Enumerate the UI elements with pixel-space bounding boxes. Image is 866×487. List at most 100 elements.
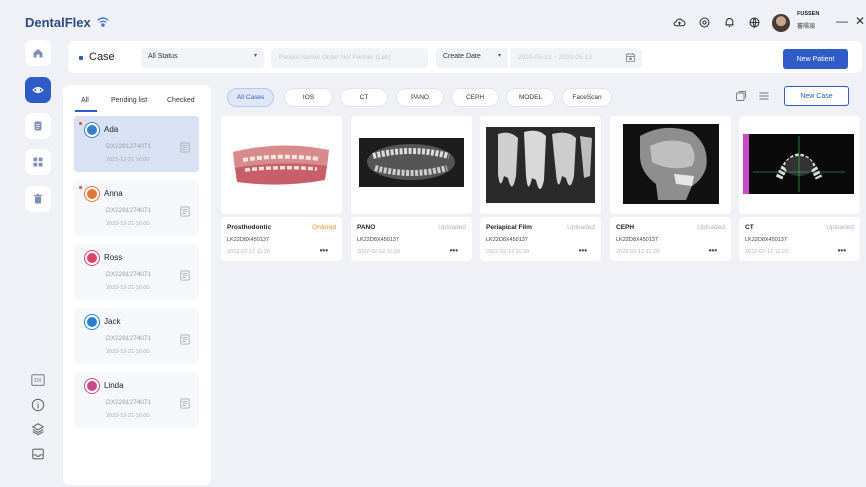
new-patient-button[interactable]: New Patient <box>783 49 848 69</box>
case-info: Prosthodontic Ordered LK22D8X450137 2022-02… <box>221 217 342 261</box>
file-icon[interactable] <box>180 270 190 281</box>
sidebar-documents[interactable] <box>25 113 51 139</box>
patient-card[interactable]: Ada DX2281274071 2023-12-21 16:00 <box>74 116 199 172</box>
case-card[interactable]: CT Uploaded LK22D8X450137 2022-02-12 11:20 •… <box>739 116 860 261</box>
minimize-button[interactable]: — <box>836 14 848 28</box>
more-options-icon[interactable]: ••• <box>709 246 717 255</box>
sidebar-trash[interactable] <box>25 186 51 212</box>
patient-id: DX2281274071 <box>106 399 152 406</box>
inbox-button[interactable] <box>31 447 45 461</box>
status-select[interactable]: All Status ▾ <box>141 48 264 68</box>
date-range-input[interactable]: 2020-05-13 ~ 2020-05-13 <box>510 48 642 68</box>
date-type-value: Create Date <box>443 53 481 60</box>
user-subtitle: 蕃陽璃 <box>797 24 816 30</box>
case-filter-all-cases[interactable]: All Cases <box>227 88 274 107</box>
case-marker <box>79 56 83 60</box>
case-title: Prosthodontic <box>227 224 272 231</box>
patient-card[interactable]: Anna DX2281274071 2023-12-21 16:00 <box>74 180 199 236</box>
case-thumbnail[interactable] <box>610 116 731 214</box>
tab-pending-list[interactable]: Pending list <box>111 97 147 104</box>
chevron-down-icon: ▾ <box>253 53 257 59</box>
case-card[interactable]: CEPH Uploaded LK22D8X450137 2022-02-12 11:2… <box>610 116 731 261</box>
patient-date: 2023-12-21 16:00 <box>106 413 150 419</box>
eye-icon <box>32 86 44 94</box>
cloud-upload-icon[interactable] <box>673 16 686 29</box>
file-icon[interactable] <box>180 206 190 217</box>
list-view-icon[interactable] <box>758 90 770 102</box>
document-icon <box>34 121 42 131</box>
bell-icon[interactable] <box>723 16 736 29</box>
case-thumbnail[interactable] <box>351 116 472 214</box>
file-icon[interactable] <box>180 334 190 345</box>
case-card[interactable]: PANO Uploaded LK22D8X450137 2022-02-12 11:2… <box>351 116 472 261</box>
sidebar-home[interactable] <box>25 40 51 66</box>
case-title: CEPH <box>616 224 635 231</box>
case-code: LK22D8X450137 <box>745 237 787 243</box>
case-status: Uploaded <box>438 224 466 231</box>
case-title: CT <box>745 224 754 231</box>
user-name: FUSSEN <box>797 11 820 17</box>
more-options-icon[interactable]: ••• <box>320 246 328 255</box>
grid-icon <box>33 157 43 167</box>
patient-name: Ross <box>104 253 123 262</box>
file-icon[interactable] <box>180 142 190 153</box>
status-select-value: All Status <box>148 53 178 60</box>
patient-date: 2023-12-21 16:00 <box>106 349 150 355</box>
case-code: LK22D8X450137 <box>227 237 269 243</box>
case-filter-ct[interactable]: CT <box>340 88 388 107</box>
patient-id: DX2281274071 <box>106 207 152 214</box>
unread-dot <box>79 122 82 125</box>
tab-checked[interactable]: Checked <box>167 97 195 104</box>
more-options-icon[interactable]: ••• <box>838 246 846 255</box>
globe-icon[interactable] <box>748 16 761 29</box>
info-button[interactable] <box>31 398 45 412</box>
patient-card[interactable]: Linda DX2281274071 2023-12-21 16:00 <box>74 372 199 428</box>
case-status: Uploaded <box>697 224 725 231</box>
user-avatar[interactable] <box>772 14 790 32</box>
patient-id: DX2281274071 <box>106 271 152 278</box>
case-card[interactable]: Periapical Film Uploaded LK22D8X450137 2022… <box>480 116 601 261</box>
case-date: 2022-02-12 11:20 <box>357 249 401 255</box>
search-input[interactable]: Patient Name/ Order No/ Partner (Lab) <box>271 48 428 68</box>
layers-button[interactable] <box>31 422 45 436</box>
case-info: Periapical Film Uploaded LK22D8X450137 2022… <box>480 217 601 261</box>
dx-label: DX <box>34 378 42 384</box>
patient-date: 2023-12-21 16:00 <box>106 221 150 227</box>
patient-date: 2023-12-21 16:00 <box>106 157 150 163</box>
case-thumbnail[interactable] <box>739 116 860 214</box>
tab-all[interactable]: All <box>81 97 89 104</box>
patient-card[interactable]: Ross DX2281274071 2023-12-21 16:00 <box>74 244 199 300</box>
sidebar-case[interactable] <box>25 77 51 103</box>
case-thumbnail[interactable] <box>480 116 601 214</box>
more-options-icon[interactable]: ••• <box>450 246 458 255</box>
close-button[interactable]: ✕ <box>855 14 865 28</box>
patient-card[interactable]: Jack DX2281274071 2023-12-21 16:00 <box>74 308 199 364</box>
case-filter-model[interactable]: MODEL <box>506 88 555 107</box>
case-info: CEPH Uploaded LK22D8X450137 2022-02-12 11:2… <box>610 217 731 261</box>
case-thumbnail[interactable] <box>221 116 342 214</box>
sidebar: DX <box>14 36 62 487</box>
case-filter-ceph[interactable]: CEPH <box>451 88 499 107</box>
settings-icon[interactable] <box>698 16 711 29</box>
case-date: 2022-02-12 11:20 <box>227 249 271 255</box>
info-icon <box>31 398 45 412</box>
sidebar-apps[interactable] <box>25 149 51 175</box>
calendar-icon[interactable] <box>625 52 636 63</box>
dx-icon: DX <box>31 374 45 386</box>
case-card[interactable]: Prosthodontic Ordered LK22D8X450137 2022-02… <box>221 116 342 261</box>
dx-button[interactable]: DX <box>31 373 45 387</box>
file-icon[interactable] <box>180 398 190 409</box>
more-options-icon[interactable]: ••• <box>579 246 587 255</box>
patient-avatar <box>85 251 99 265</box>
patient-name: Anna <box>104 189 123 198</box>
patient-name: Ada <box>104 125 119 134</box>
new-case-button[interactable]: New Case <box>784 86 849 106</box>
case-filter-pano[interactable]: PANO <box>396 88 444 107</box>
date-type-select[interactable]: Create Date ▾ <box>436 48 508 68</box>
case-date: 2022-02-12 11:20 <box>616 249 660 255</box>
grid-view-icon[interactable] <box>735 90 747 102</box>
case-filter-ios[interactable]: IOS <box>284 88 333 107</box>
case-title: PANO <box>357 224 376 231</box>
trash-icon <box>33 193 43 204</box>
case-filter-facescan[interactable]: FaceScan <box>562 88 612 107</box>
